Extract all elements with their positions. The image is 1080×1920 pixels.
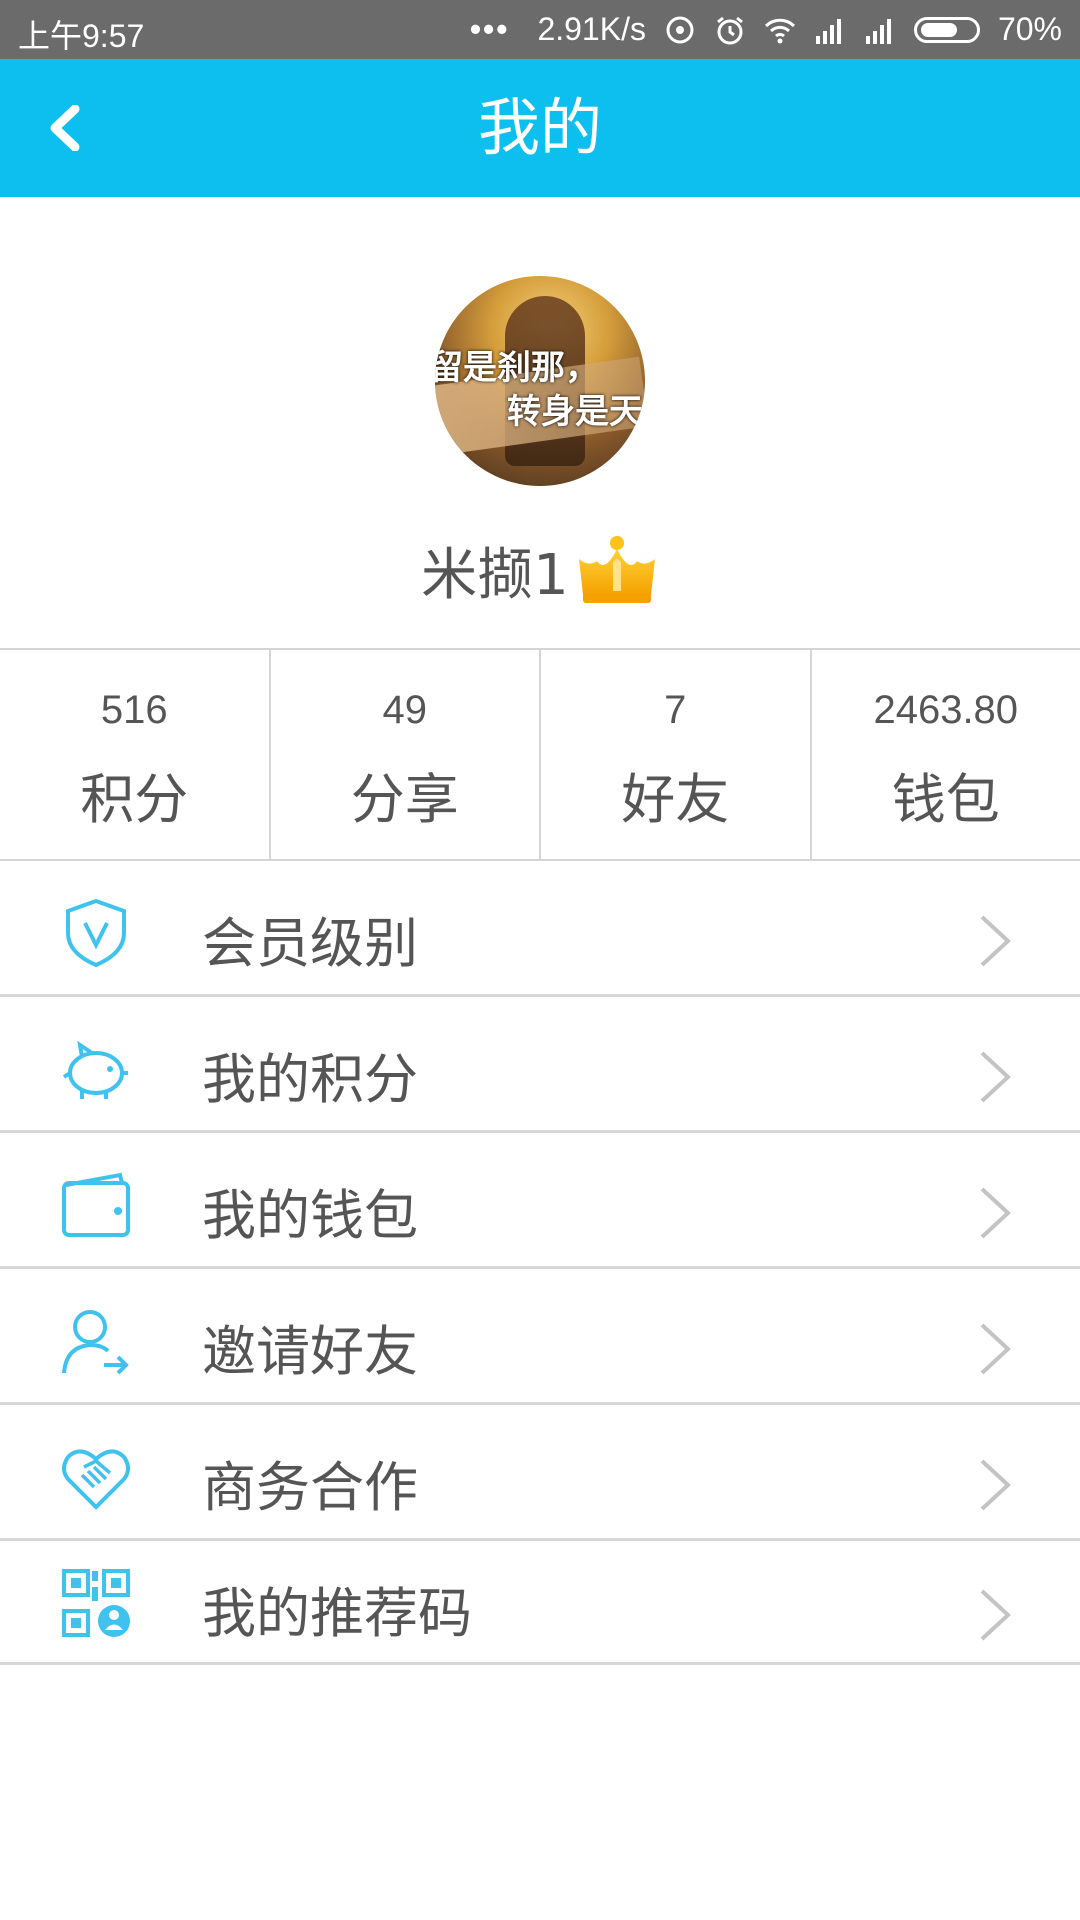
menu-item-referral-code[interactable]: 我的推荐码 <box>0 1541 1080 1665</box>
signal-icon-1 <box>815 18 841 44</box>
wallet-icon <box>62 1172 130 1237</box>
avatar-caption: 留是刹那， 转身是天 <box>435 346 643 434</box>
chevron-right-icon <box>980 1589 1011 1641</box>
signal-icon-2 <box>865 18 891 44</box>
network-speed: 2.91K/s <box>537 11 646 47</box>
avatar-caption-line2: 转身是天 <box>507 392 643 432</box>
hotspot-icon <box>666 16 694 43</box>
alarm-icon <box>717 16 743 44</box>
menu-item-label: 我的推荐码 <box>202 1582 472 1645</box>
stat-label: 钱包 <box>891 768 1000 831</box>
username: 米撷1 <box>421 542 569 608</box>
stat-shares[interactable]: 49 分享 <box>271 650 541 859</box>
shield-v-icon <box>66 898 126 968</box>
page-title: 我的 <box>477 91 602 164</box>
menu-item-my-points[interactable]: 我的积分 <box>0 997 1080 1133</box>
menu-list: 会员级别 我的积分 我的钱包 邀请好友 商务合作 我的推荐码 <box>0 861 1080 1665</box>
stat-value: 7 <box>664 688 687 732</box>
stat-label: 好友 <box>621 768 730 831</box>
back-button[interactable] <box>30 93 100 163</box>
avatar-caption-line1: 留是刹那， <box>435 348 599 388</box>
stat-value: 2463.80 <box>873 688 1019 732</box>
qr-code-icon <box>62 1569 130 1637</box>
menu-item-label: 商务合作 <box>202 1456 418 1519</box>
status-time: 上午9:57 <box>18 18 145 54</box>
stat-label: 分享 <box>350 768 459 831</box>
menu-item-label: 我的积分 <box>202 1048 418 1111</box>
notification-dots: ••• <box>469 11 510 47</box>
stat-label: 积分 <box>80 768 189 831</box>
chevron-right-icon <box>980 1187 1011 1239</box>
menu-item-invite-friends[interactable]: 邀请好友 <box>0 1269 1080 1405</box>
piggy-bank-icon <box>62 1040 128 1099</box>
menu-item-my-wallet[interactable]: 我的钱包 <box>0 1133 1080 1269</box>
battery-percent: 70% <box>997 11 1062 47</box>
stats-bar: 516 积分 49 分享 7 好友 2463.80 钱包 <box>0 648 1080 861</box>
menu-item-business-cooperation[interactable]: 商务合作 <box>0 1405 1080 1541</box>
invite-user-icon <box>62 1310 129 1375</box>
battery-icon <box>913 16 980 43</box>
menu-item-label: 会员级别 <box>202 912 418 975</box>
stat-value: 49 <box>382 688 428 732</box>
handshake-icon <box>62 1449 130 1510</box>
username-row: 米撷1 <box>0 535 1080 608</box>
stat-wallet[interactable]: 2463.80 钱包 <box>812 650 1080 859</box>
chevron-right-icon <box>980 1459 1011 1511</box>
back-chevron-icon <box>50 105 80 151</box>
wifi-icon <box>764 18 796 43</box>
avatar[interactable]: 留是刹那， 转身是天 <box>435 276 645 486</box>
menu-item-member-level[interactable]: 会员级别 <box>0 861 1080 997</box>
stat-value: 516 <box>100 688 168 732</box>
chevron-right-icon <box>980 1051 1011 1103</box>
chevron-right-icon <box>980 1323 1011 1375</box>
menu-item-label: 我的钱包 <box>202 1184 418 1247</box>
stat-points[interactable]: 516 积分 <box>0 650 271 859</box>
menu-item-label: 邀请好友 <box>202 1320 418 1383</box>
title-bar: 我的 <box>0 59 1080 197</box>
chevron-right-icon <box>980 915 1011 967</box>
stat-friends[interactable]: 7 好友 <box>541 650 812 859</box>
status-bar: 上午9:57 ••• 2.91K/s 70% <box>0 0 1080 59</box>
crown-icon <box>578 536 655 603</box>
status-icons: ••• 2.91K/s 70% <box>470 11 1062 48</box>
